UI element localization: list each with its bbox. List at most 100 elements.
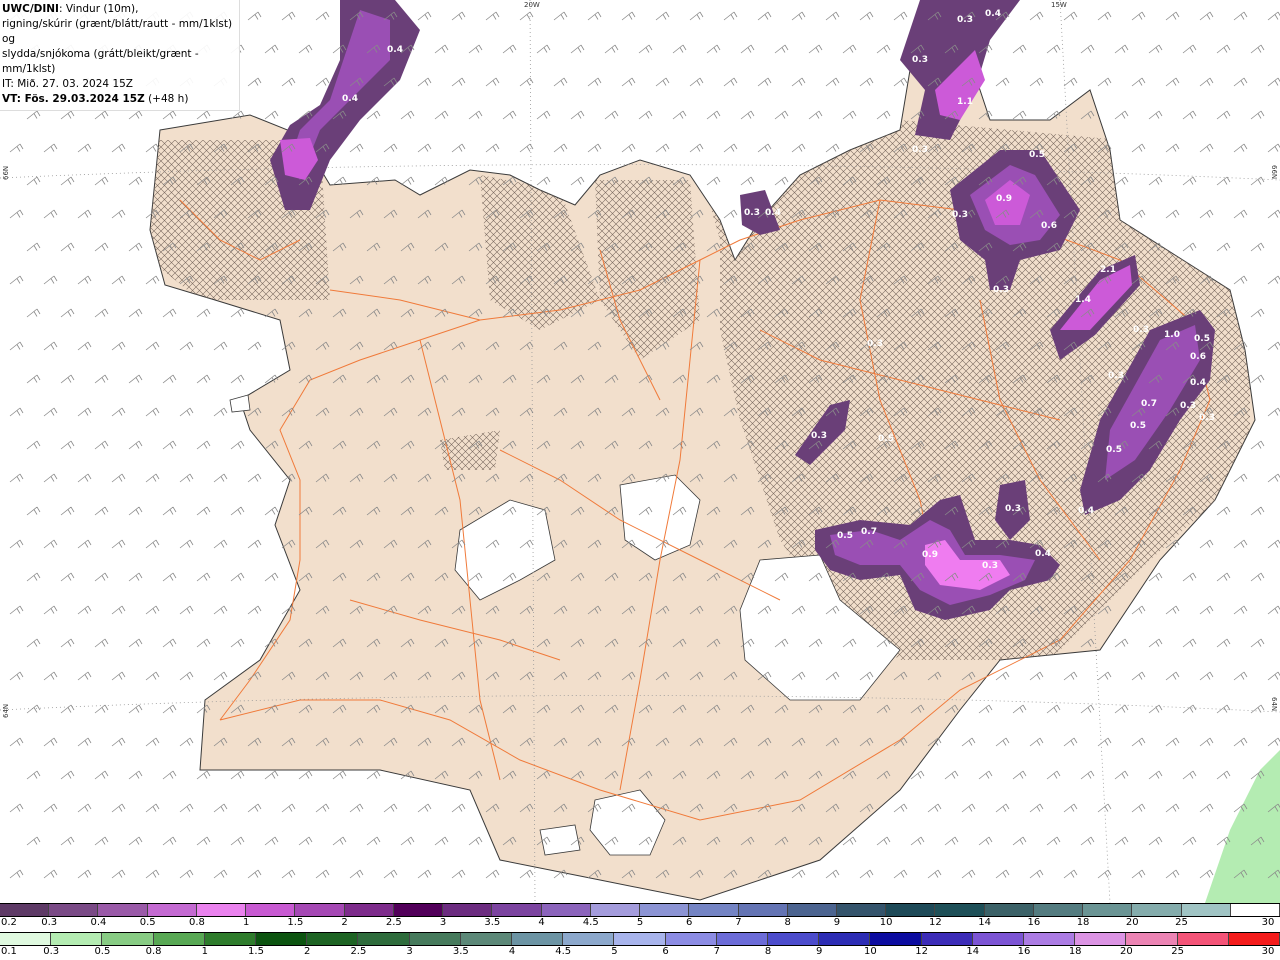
wind-barb	[264, 572, 279, 582]
wind-barb	[1063, 671, 1078, 681]
wind-barb	[196, 836, 211, 846]
wind-barb	[145, 473, 160, 483]
snow-legend-label: 20	[1125, 917, 1139, 928]
snow-legend-label: 0.5	[139, 917, 156, 928]
wind-barb	[1216, 242, 1231, 252]
rain-legend-swatch	[307, 933, 359, 945]
wind-barb	[77, 143, 92, 153]
wind-barb	[77, 341, 92, 351]
wind-barb	[60, 374, 75, 384]
wind-barb	[247, 11, 262, 21]
precip-value-label: 0.5	[1130, 421, 1146, 431]
wind-barb	[1250, 506, 1265, 516]
wind-barb	[145, 737, 160, 747]
precip-value-label: 0.7	[1141, 399, 1157, 409]
wind-barb	[978, 770, 993, 780]
wind-barb	[570, 110, 585, 120]
snow-legend-swatch	[984, 904, 1034, 916]
rain-legend-swatch	[1177, 933, 1229, 945]
wind-barb	[247, 605, 262, 615]
wind-barb	[349, 869, 364, 879]
wind-barb	[1165, 605, 1180, 615]
wind-barb	[94, 836, 109, 846]
rain-legend-swatch	[0, 933, 52, 945]
wind-barb	[60, 242, 75, 252]
wind-barb	[1250, 440, 1265, 450]
wind-barb	[791, 143, 806, 153]
wind-barb	[111, 209, 126, 219]
rain-legend-swatch	[512, 933, 564, 945]
wind-barb	[1012, 704, 1027, 714]
wind-barb	[893, 11, 908, 21]
snow-legend-label: 4.5	[582, 917, 599, 928]
wind-barb	[43, 407, 58, 417]
wind-barb	[757, 77, 772, 87]
wind-barb	[332, 836, 347, 846]
wind-barb	[264, 506, 279, 516]
wind-barb	[111, 407, 126, 417]
wind-barb	[281, 869, 296, 879]
wind-barb	[1199, 11, 1214, 21]
map-canvas: 0.40.40.30.40.31.10.3 0.50.90.60.30.30.40…	[0, 0, 1280, 903]
wind-barb	[213, 473, 228, 483]
snow-color-scale	[0, 903, 1280, 917]
wind-barb	[230, 638, 245, 648]
rain-legend-label: 20	[1120, 946, 1133, 957]
wind-barb	[587, 11, 602, 21]
wind-barb	[638, 44, 653, 54]
wind-barb	[162, 110, 177, 120]
lead-time: (+48 h)	[148, 93, 189, 105]
snow-description: slydda/snjókoma (grátt/bleikt/grænt - mm…	[2, 48, 199, 75]
precip-value-label: 0.4	[1078, 506, 1094, 516]
precip-value-label: 0.4	[985, 9, 1001, 19]
wind-barb	[94, 704, 109, 714]
rain-legend-swatch	[1228, 933, 1280, 945]
wind-barb	[383, 143, 398, 153]
wind-barb	[451, 77, 466, 87]
wind-barb	[1233, 539, 1248, 549]
rain-legend-label: 4	[508, 946, 516, 957]
wind-barb	[128, 638, 143, 648]
wind-barb	[1131, 77, 1146, 87]
valid-time: VT: Fös. 29.03.2024 15Z	[2, 93, 145, 105]
wind-barb	[536, 110, 551, 120]
wind-barb	[570, 176, 585, 186]
wind-barb	[1012, 770, 1027, 780]
rain-legend-label: 1	[201, 946, 208, 957]
wind-barb	[162, 440, 177, 450]
snow-legend-label: 0.8	[188, 917, 205, 928]
wind-barb	[961, 803, 976, 813]
wind-barb	[689, 11, 704, 21]
wind-barb	[1165, 737, 1180, 747]
wind-barb	[570, 44, 585, 54]
wind-barb	[859, 77, 874, 87]
wind-barb	[128, 308, 143, 318]
snow-legend-label: 0.3	[41, 917, 58, 928]
wind-barb	[43, 671, 58, 681]
wind-barb	[128, 176, 143, 186]
wind-barb	[94, 110, 109, 120]
wind-barb	[740, 44, 755, 54]
forecast-map[interactable]: 0.4 0.4 0.3 0.4 0.3 1.1 0.3 0.5 0.9 0.6 0.3 0.3 0.4 0…	[0, 0, 1280, 903]
wind-barb	[213, 539, 228, 549]
rain-legend-label: 2	[304, 946, 311, 957]
wind-barb	[111, 143, 126, 153]
wind-barb	[94, 374, 109, 384]
wind-barb	[179, 473, 194, 483]
snow-legend-swatch	[1132, 904, 1182, 916]
wind-barb	[315, 869, 330, 879]
wind-barb	[1250, 704, 1265, 714]
wind-barb	[1114, 836, 1129, 846]
rain-legend-label: 2.5	[350, 946, 367, 957]
wind-barb	[9, 275, 24, 285]
precip-value-label: 0.3	[912, 55, 928, 65]
wind-barb	[60, 704, 75, 714]
rain-legend-label: 14	[966, 946, 980, 957]
precip-value-label: 1.1	[957, 97, 973, 107]
wind-barb	[43, 869, 58, 879]
wind-barb	[1233, 143, 1248, 153]
wind-barb	[502, 110, 517, 120]
wind-barb	[298, 836, 313, 846]
wind-barb	[1063, 737, 1078, 747]
precip-value-label: 0.3	[952, 210, 968, 220]
